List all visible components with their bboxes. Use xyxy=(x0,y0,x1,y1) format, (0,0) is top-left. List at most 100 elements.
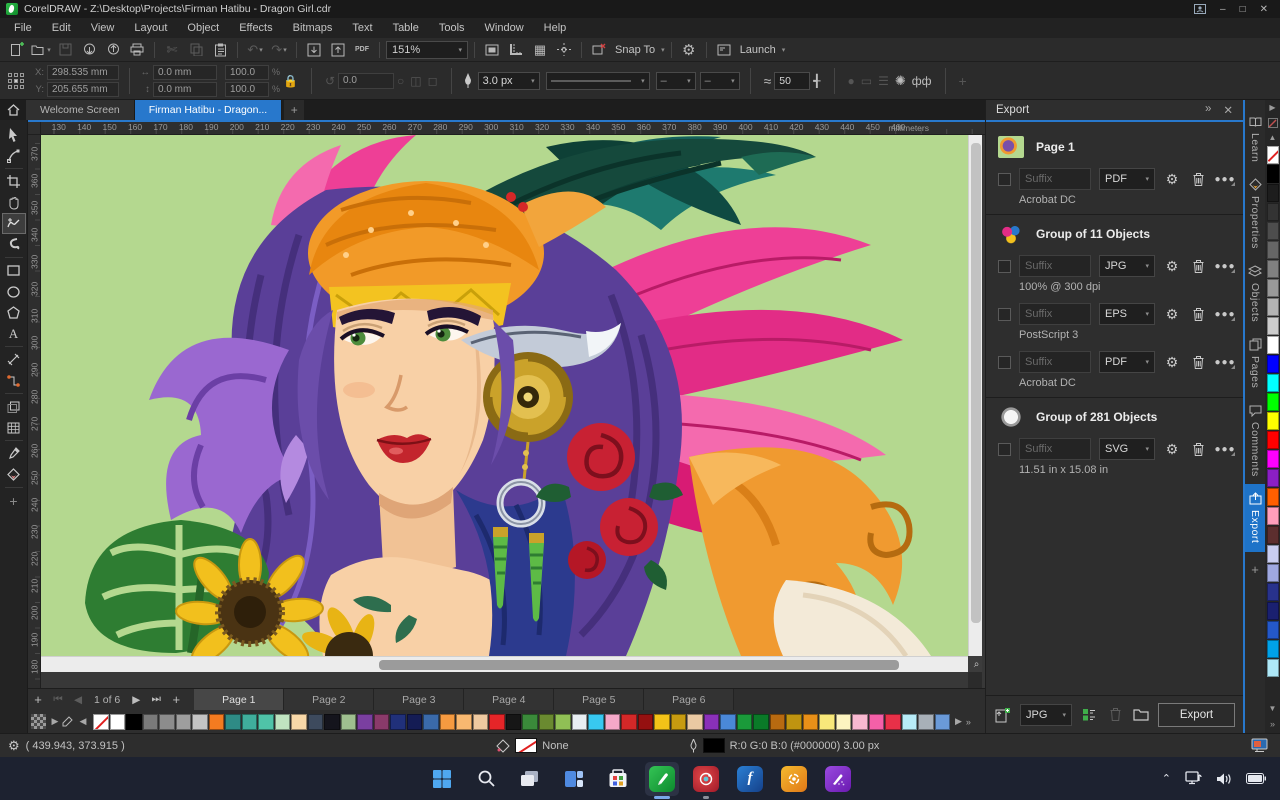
color-swatch[interactable] xyxy=(241,713,257,730)
vertical-ruler[interactable]: 370 360 350 340 330 320 310 300 290 280 270 260 250 2… xyxy=(28,135,41,733)
docker-tab-learn[interactable]: Learn xyxy=(1245,108,1265,170)
color-swatch[interactable] xyxy=(1266,412,1279,430)
vertical-scrollbar[interactable] xyxy=(968,135,982,656)
color-swatch[interactable] xyxy=(505,713,521,730)
document-tab[interactable]: Welcome Screen xyxy=(26,100,135,120)
palette-scroll-up-icon[interactable]: ▲ xyxy=(1269,130,1277,145)
color-swatch[interactable] xyxy=(1266,431,1279,449)
add-page-button[interactable]: + xyxy=(28,692,48,707)
add-export-icon[interactable] xyxy=(994,706,1012,724)
footer-format-select[interactable]: JPG ▾ xyxy=(1020,703,1072,726)
color-swatch[interactable] xyxy=(1266,184,1279,202)
corel-cloud-taskbar-button[interactable] xyxy=(777,762,811,796)
color-swatch[interactable] xyxy=(670,713,686,730)
color-swatch[interactable] xyxy=(703,713,719,730)
delete-export-icon[interactable] xyxy=(1189,440,1207,458)
cloud-open-icon[interactable] xyxy=(78,40,100,60)
object-width-input[interactable] xyxy=(153,64,217,80)
color-eyedropper-tool[interactable] xyxy=(2,443,26,464)
volume-icon[interactable] xyxy=(1216,772,1232,786)
export-item-checkbox[interactable] xyxy=(998,259,1011,273)
export-item-checkbox[interactable] xyxy=(998,442,1011,456)
export-settings-gear-icon[interactable]: ⚙ xyxy=(1163,257,1181,275)
horizontal-ruler[interactable]: 130 140 150 160 170 180 190 200 210 220 230 240 250 2… xyxy=(41,122,985,135)
menu-item[interactable]: View xyxy=(81,20,125,36)
launch-label[interactable]: Launch xyxy=(740,44,776,56)
color-swatch[interactable] xyxy=(1266,393,1279,411)
color-swatch[interactable] xyxy=(1266,146,1279,164)
color-swatch[interactable] xyxy=(522,713,538,730)
color-swatch[interactable] xyxy=(934,713,950,730)
color-swatch[interactable] xyxy=(357,713,373,730)
color-swatch[interactable] xyxy=(1266,488,1279,506)
page-tab[interactable]: Page 5 xyxy=(554,688,645,711)
color-swatch[interactable] xyxy=(604,713,620,730)
launch-icon[interactable] xyxy=(713,40,735,60)
last-page-icon[interactable]: ⏭ xyxy=(146,693,166,706)
cloud-save-icon[interactable] xyxy=(102,40,124,60)
color-swatch[interactable] xyxy=(307,713,323,730)
docker-tab-comments[interactable]: Comments xyxy=(1245,397,1265,485)
publish-pdf-icon[interactable]: PDF xyxy=(351,40,373,60)
reduce-nodes-icon[interactable]: ✺ xyxy=(895,73,906,89)
network-icon[interactable] xyxy=(1185,771,1202,786)
export-settings-gear-icon[interactable]: ⚙ xyxy=(1163,305,1181,323)
page-tab[interactable]: Page 3 xyxy=(374,688,465,711)
freehand-tool[interactable] xyxy=(1,213,26,234)
photo-paint-taskbar-button[interactable] xyxy=(689,762,723,796)
new-document-tab-button[interactable]: + xyxy=(284,100,305,120)
color-swatch[interactable] xyxy=(852,713,868,730)
options-gear-icon[interactable]: ⚙ xyxy=(678,40,700,60)
menu-item[interactable]: Bitmaps xyxy=(283,20,343,36)
color-swatch[interactable] xyxy=(159,713,175,730)
color-swatch[interactable] xyxy=(571,713,587,730)
home-icon[interactable] xyxy=(0,100,26,120)
palette-forward-icon[interactable]: ▶ xyxy=(955,716,962,727)
color-swatch[interactable] xyxy=(654,713,670,730)
scale-y-input[interactable] xyxy=(225,81,269,97)
document-tab[interactable]: Firman Hatibu - Dragon... xyxy=(134,100,283,120)
color-swatch[interactable] xyxy=(439,713,455,730)
color-swatch[interactable] xyxy=(1266,640,1279,658)
page-tab[interactable]: Page 6 xyxy=(644,688,735,711)
color-swatch[interactable] xyxy=(1266,165,1279,183)
color-swatch[interactable] xyxy=(472,713,488,730)
append-page-button[interactable]: + xyxy=(166,692,186,707)
rectangle-tool[interactable] xyxy=(2,260,26,281)
menu-item[interactable]: Help xyxy=(534,20,577,36)
menu-item[interactable]: Text xyxy=(342,20,382,36)
color-swatch[interactable] xyxy=(489,713,505,730)
parallel-dimension-tool[interactable] xyxy=(2,349,26,370)
vertical-scrollbar-thumb[interactable] xyxy=(971,143,981,623)
task-view-button[interactable] xyxy=(513,762,547,796)
previous-page-icon[interactable]: ◀ xyxy=(68,694,88,706)
suffix-input[interactable] xyxy=(1019,168,1091,190)
connector-tool[interactable] xyxy=(2,370,26,391)
page-tab[interactable]: Page 2 xyxy=(284,688,375,711)
snap-off-icon[interactable] xyxy=(588,40,610,60)
color-swatch[interactable] xyxy=(736,713,752,730)
color-swatch[interactable] xyxy=(258,713,274,730)
color-proof-monitor-icon[interactable] xyxy=(1251,738,1268,753)
widgets-button[interactable] xyxy=(557,762,591,796)
close-button[interactable]: ✕ xyxy=(1260,4,1268,15)
text-tool[interactable]: A xyxy=(2,323,26,344)
menu-item[interactable]: Effects xyxy=(229,20,282,36)
color-swatch[interactable] xyxy=(786,713,802,730)
export-item-checkbox[interactable] xyxy=(998,172,1011,186)
palette-eyedropper-icon[interactable] xyxy=(1267,115,1278,130)
color-swatch[interactable] xyxy=(423,713,439,730)
interactive-fill-tool[interactable] xyxy=(2,464,26,485)
color-swatch[interactable] xyxy=(819,713,835,730)
tray-expand-icon[interactable]: ⌃ xyxy=(1162,772,1171,785)
next-page-icon[interactable]: ▶ xyxy=(126,694,146,706)
color-swatch[interactable] xyxy=(225,713,241,730)
color-swatch[interactable] xyxy=(1266,298,1279,316)
print-icon[interactable] xyxy=(126,40,148,60)
more-options-icon[interactable]: ●●● xyxy=(1214,441,1235,457)
artistic-media-tool[interactable] xyxy=(2,234,26,255)
collapse-panel-icon[interactable]: » xyxy=(1205,103,1211,117)
maximize-button[interactable]: □ xyxy=(1240,4,1246,15)
more-options-icon[interactable]: ●●● xyxy=(1214,258,1235,274)
color-swatch[interactable] xyxy=(868,713,884,730)
